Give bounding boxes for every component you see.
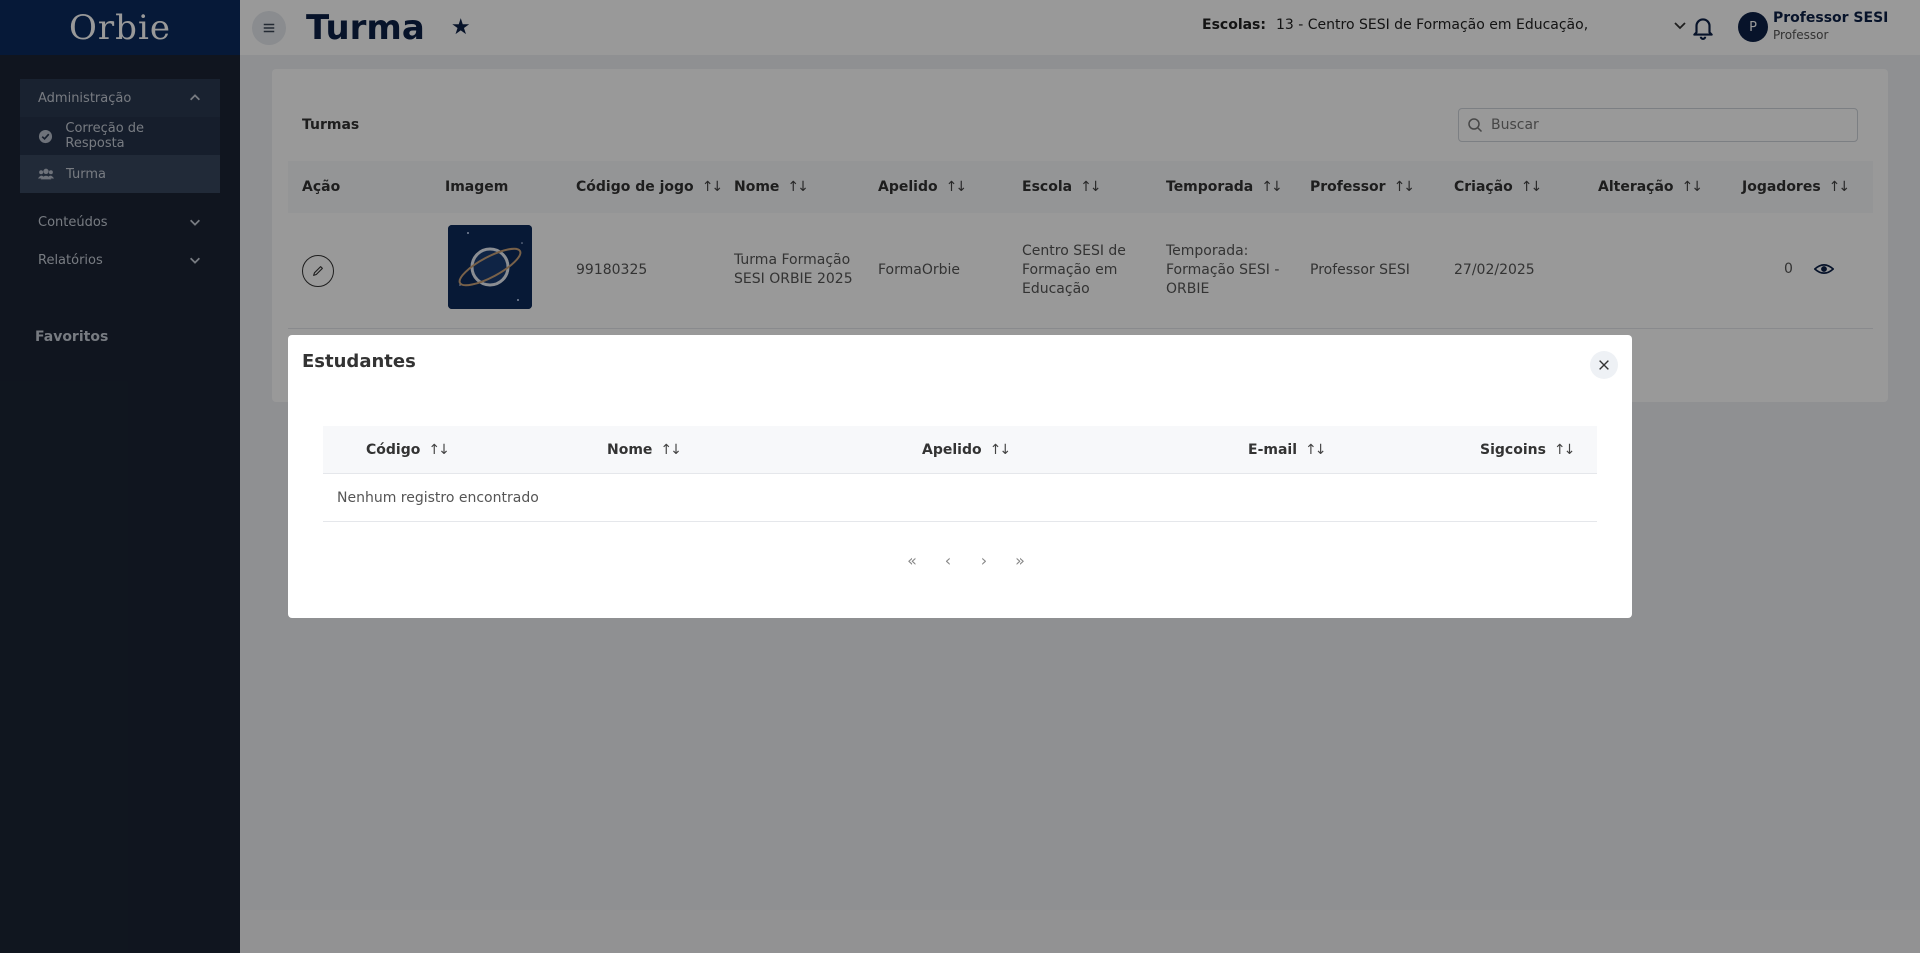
prev-page-button[interactable]: ‹ [930,542,966,578]
first-page-button[interactable]: « [894,542,930,578]
paginator: « ‹ › » [894,542,1038,578]
column-header-apelido[interactable]: Apelido ↑↓ [922,426,1012,474]
estudantes-table-header: Código ↑↓ Nome ↑↓ Apelido ↑↓ E-mail ↑↓ Sigco… [323,426,1597,474]
sort-icon[interactable]: ↑↓ [428,442,450,458]
empty-message: Nenhum registro encontrado [323,474,1597,522]
close-icon [1599,360,1609,370]
next-page-button[interactable]: › [966,542,1002,578]
last-page-button[interactable]: » [1002,542,1038,578]
modal-title: Estudantes [302,351,416,372]
column-header-sigcoins[interactable]: Sigcoins ↑↓ [1480,426,1576,474]
close-button[interactable] [1590,351,1618,379]
sort-icon[interactable]: ↑↓ [1554,442,1576,458]
column-header-email[interactable]: E-mail ↑↓ [1248,426,1327,474]
estudantes-modal: Estudantes Código ↑↓ Nome ↑↓ Apelido ↑↓ E-m… [288,335,1632,618]
column-header-codigo[interactable]: Código ↑↓ [366,426,450,474]
sort-icon[interactable]: ↑↓ [660,442,682,458]
column-header-nome[interactable]: Nome ↑↓ [607,426,682,474]
sort-icon[interactable]: ↑↓ [990,442,1012,458]
sort-icon[interactable]: ↑↓ [1305,442,1327,458]
